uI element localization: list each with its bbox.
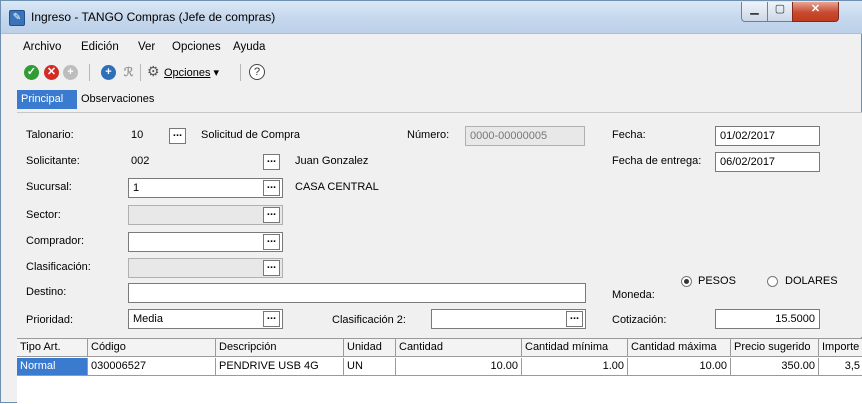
- talonario-description: Solicitud de Compra: [201, 129, 301, 141]
- window-title: Ingreso - TANGO Compras (Jefe de compras…: [31, 10, 276, 24]
- solicitante-label: Solicitante:: [26, 155, 80, 167]
- menu-ayuda[interactable]: Ayuda: [233, 41, 265, 53]
- menu-edicion[interactable]: Edición: [81, 41, 119, 53]
- numero-label: Número:: [407, 129, 450, 141]
- menu-opciones[interactable]: Opciones: [172, 41, 221, 53]
- grid-header-codigo[interactable]: Código: [88, 339, 216, 357]
- sucursal-ellipsis-button[interactable]: ...: [263, 180, 280, 196]
- sucursal-label: Sucursal:: [26, 181, 72, 193]
- items-grid: Tipo Art. Código Descripción Unidad Cant…: [17, 338, 862, 404]
- search-people-icon[interactable]: ℛ: [121, 65, 136, 80]
- grid-cell-unidad[interactable]: UN: [344, 358, 396, 376]
- clasificacion2-label: Clasificación 2:: [332, 314, 406, 326]
- chevron-down-icon: ▾: [213, 67, 220, 79]
- cotizacion-field[interactable]: 15.5000: [715, 309, 820, 329]
- talonario-label: Talonario:: [26, 129, 74, 141]
- comprador-field[interactable]: [128, 232, 283, 252]
- grid-cell-cantidad-minima[interactable]: 1.00: [522, 358, 628, 376]
- options-label: Opciones: [164, 67, 211, 79]
- grid-header-precio-sugerido[interactable]: Precio sugerido: [731, 339, 819, 357]
- tab-observaciones[interactable]: Observaciones: [81, 93, 154, 105]
- confirm-check-icon[interactable]: ✓: [24, 65, 39, 80]
- sucursal-description: CASA CENTRAL: [295, 181, 379, 193]
- fecha-entrega-field[interactable]: 06/02/2017: [715, 152, 820, 172]
- maximize-button[interactable]: ▢: [767, 2, 793, 22]
- moneda-pesos-label: PESOS: [698, 275, 736, 287]
- clasificacion-ellipsis-button[interactable]: ...: [263, 260, 280, 276]
- cancel-x-icon[interactable]: ✕: [44, 65, 59, 80]
- new-item-icon[interactable]: +: [101, 65, 116, 80]
- grid-cell-importe[interactable]: 3,5: [819, 358, 862, 376]
- talonario-ellipsis-button[interactable]: ...: [169, 128, 186, 144]
- grid-cell-precio-sugerido[interactable]: 350.00: [731, 358, 819, 376]
- toolbar-separator: [140, 64, 141, 81]
- sector-ellipsis-button[interactable]: ...: [263, 207, 280, 223]
- grid-header-cantidad-minima[interactable]: Cantidad mínima: [522, 339, 628, 357]
- solicitante-field[interactable]: 002: [128, 152, 283, 172]
- prioridad-ellipsis-button[interactable]: ...: [263, 311, 280, 327]
- grid-cell-cantidad-maxima[interactable]: 10.00: [628, 358, 731, 376]
- toolbar: ✓ ✕ + + ℛ ⚙ Opciones ▾ ?: [1, 60, 862, 86]
- application-window: ✎ Ingreso - TANGO Compras (Jefe de compr…: [0, 0, 862, 404]
- gear-icon[interactable]: ⚙: [147, 63, 160, 80]
- solicitante-description: Juan Gonzalez: [295, 155, 369, 167]
- moneda-dolares-label: DOLARES: [785, 275, 838, 287]
- clasificacion-label: Clasificación:: [26, 261, 91, 273]
- app-icon: ✎: [9, 10, 25, 26]
- fecha-entrega-label: Fecha de entrega:: [612, 155, 702, 167]
- fecha-field[interactable]: 01/02/2017: [715, 126, 820, 146]
- grid-cell-cantidad[interactable]: 10.00: [396, 358, 522, 376]
- grid-cell-codigo[interactable]: 030006527: [88, 358, 216, 376]
- destino-field[interactable]: [128, 283, 586, 303]
- tab-principal[interactable]: Principal: [17, 90, 77, 109]
- sector-field[interactable]: [128, 205, 283, 225]
- moneda-pesos-radio[interactable]: [681, 276, 692, 287]
- grid-header-unidad[interactable]: Unidad: [344, 339, 396, 357]
- toolbar-separator: [89, 64, 90, 81]
- grid-header-descripcion[interactable]: Descripción: [216, 339, 344, 357]
- clasificacion-field[interactable]: [128, 258, 283, 278]
- title-bar: ✎ Ingreso - TANGO Compras (Jefe de compr…: [1, 1, 862, 34]
- fecha-label: Fecha:: [612, 129, 646, 141]
- cotizacion-label: Cotización:: [612, 314, 667, 326]
- comprador-ellipsis-button[interactable]: ...: [263, 234, 280, 250]
- numero-field: 0000-00000005: [465, 126, 585, 146]
- moneda-label: Moneda:: [612, 289, 655, 301]
- grid-header-cantidad[interactable]: Cantidad: [396, 339, 522, 357]
- sector-label: Sector:: [26, 209, 61, 221]
- grid-cell-descripcion[interactable]: PENDRIVE USB 4G: [216, 358, 344, 376]
- prioridad-label: Prioridad:: [26, 314, 74, 326]
- help-icon[interactable]: ?: [249, 64, 265, 80]
- clasificacion2-field[interactable]: [431, 309, 586, 329]
- add-plus-icon[interactable]: +: [63, 65, 78, 80]
- solicitante-ellipsis-button[interactable]: ...: [263, 154, 280, 170]
- menu-ver[interactable]: Ver: [138, 41, 155, 53]
- close-button[interactable]: ✕: [792, 2, 839, 22]
- grid-header-cantidad-maxima[interactable]: Cantidad máxima: [628, 339, 731, 357]
- destino-label: Destino:: [26, 286, 67, 298]
- talonario-field[interactable]: 10: [128, 126, 161, 146]
- options-dropdown-button[interactable]: Opciones ▾: [164, 66, 219, 79]
- grid-header-tipo-art[interactable]: Tipo Art.: [17, 339, 88, 357]
- menu-archivo[interactable]: Archivo: [23, 41, 61, 53]
- comprador-label: Comprador:: [26, 235, 85, 247]
- minimize-button[interactable]: ▁: [741, 2, 768, 22]
- grid-header-importe[interactable]: Importe: [819, 339, 862, 357]
- toolbar-separator: [240, 64, 241, 81]
- moneda-dolares-radio[interactable]: [767, 276, 778, 287]
- clasificacion2-ellipsis-button[interactable]: ...: [566, 311, 583, 327]
- form-panel: Talonario: 10 ... Solicitud de Compra Nú…: [17, 112, 862, 337]
- prioridad-field[interactable]: Media: [128, 309, 283, 329]
- grid-cell-tipo-art[interactable]: Normal: [17, 358, 88, 376]
- sucursal-field[interactable]: 1: [128, 178, 283, 198]
